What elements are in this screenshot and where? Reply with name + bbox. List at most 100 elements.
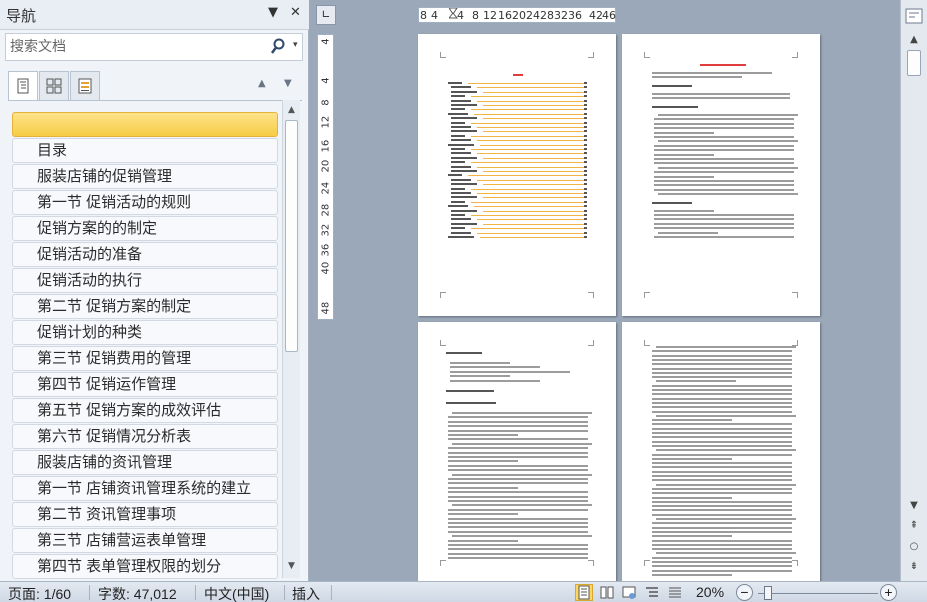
next-page-icon[interactable]: ⇟ [905,561,923,572]
heading-item[interactable]: 促销活动的执行 [12,268,278,293]
heading-item[interactable]: 促销方案的的制定 [12,216,278,241]
heading-item[interactable]: 第五节 促销方案的成效评估 [12,398,278,423]
navigation-pane: 导航 ▼ ✕ ▾ [0,0,309,581]
text-line [658,231,718,234]
search-icon[interactable] [270,38,286,56]
heading-item[interactable]: 第六节 促销情况分析表 [12,424,278,449]
document-page-3[interactable] [418,322,616,584]
word-count[interactable]: 字数: 47,012 [98,584,177,602]
crop-mark [644,340,650,346]
heading-item[interactable]: 第一节 促销活动的规则 [12,190,278,215]
text-line [584,200,587,203]
scroll-up-icon[interactable]: ▲ [905,34,923,45]
zoom-out-button[interactable]: − [736,584,753,601]
text-line [652,419,732,422]
text-line [584,227,587,230]
web-layout-view-button[interactable] [620,584,638,601]
scroll-up-icon[interactable]: ▲ [283,102,300,119]
tab-pages[interactable] [39,71,69,101]
search-options-chevron-icon[interactable]: ▾ [293,40,298,50]
toc-leader [483,118,586,120]
heading-item[interactable]: 服装店铺的促销管理 [12,164,278,189]
text-line [652,539,792,542]
ruler-toggle-icon[interactable] [905,8,923,24]
heading-item[interactable]: 第二节 促销方案的制定 [12,294,278,319]
zoom-slider-thumb[interactable] [764,586,772,600]
heading-item[interactable]: 第三节 店铺营运表单管理 [12,528,278,553]
zoom-slider-track[interactable] [758,593,878,594]
toc-leader [471,96,586,98]
toc-leader [471,135,586,137]
text-line [448,456,588,458]
insert-mode-indicator[interactable]: 插入 [292,584,320,602]
text-line [451,134,465,137]
heading-list-scrollbar[interactable]: ▲ ▼ [282,100,300,578]
zoom-level[interactable]: 20% [696,584,724,600]
heading-item[interactable]: 服装店铺的资讯管理 [12,450,278,475]
print-layout-view-button[interactable] [575,584,593,601]
text-line [584,152,587,155]
text-line [584,209,587,212]
ruler-tick-label: 28 [320,203,332,217]
ruler-tab-selector[interactable]: ∟ [316,5,336,25]
heading-item[interactable]: 第二节 资讯管理事项 [12,502,278,527]
document-page-2[interactable] [622,34,820,316]
previous-result-icon[interactable]: ▲ [258,78,266,89]
heading-item[interactable]: 促销活动的准备 [12,242,278,267]
crop-mark [792,292,798,298]
text-line [654,188,794,191]
language-indicator[interactable]: 中文(中国) [204,584,269,602]
heading-item[interactable] [12,112,278,137]
ruler-tick-label: 8 [420,9,427,22]
tab-results[interactable] [70,71,100,101]
pane-options-dropdown-icon[interactable]: ▼ [268,5,278,20]
close-pane-icon[interactable]: ✕ [290,5,301,20]
scroll-down-icon[interactable]: ▼ [283,558,300,575]
heading-item[interactable]: 第四节 表单管理权限的划分 [12,554,278,579]
heading-item[interactable]: 促销计划的种类 [12,320,278,345]
select-browse-object-icon[interactable]: ○ [905,541,923,552]
search-input[interactable] [10,37,260,57]
crop-mark [588,292,594,298]
toc-title-line [513,74,523,76]
tab-headings[interactable] [8,71,38,101]
text-line [448,460,518,463]
text-line [652,569,792,572]
toc-leader [471,149,586,150]
text-line [656,552,796,555]
text-line [652,371,792,374]
previous-page-icon[interactable]: ⇞ [905,520,923,531]
text-line [452,473,592,476]
text-line [584,156,587,159]
full-screen-reading-view-button[interactable] [598,584,616,601]
scroll-thumb[interactable] [907,50,921,76]
text-line [584,178,587,181]
scroll-thumb[interactable] [285,120,298,352]
text-line [652,526,792,529]
text-line [451,209,477,212]
next-result-icon[interactable]: ▼ [284,78,292,89]
indent-marker-icon[interactable] [449,8,459,24]
toc-leader [471,188,586,190]
toc-leader [471,109,586,111]
text-line [656,483,796,486]
page-count[interactable]: 页面: 1/60 [8,584,71,602]
scroll-down-icon[interactable]: ▼ [905,500,923,511]
text-line [448,447,588,450]
zoom-in-button[interactable]: + [880,584,897,601]
draft-view-button[interactable] [666,584,684,601]
heading-item[interactable]: 目录 [12,138,278,163]
text-line [652,84,692,87]
text-line [652,513,792,516]
document-page-1[interactable] [418,34,616,316]
heading-item[interactable]: 第三节 促销费用的管理 [12,346,278,371]
text-line [654,184,794,187]
text-line [584,95,587,98]
document-scrollbar[interactable]: ▲ ▼ ⇞ ○ ⇟ [900,0,927,581]
heading-item[interactable]: 第一节 店铺资讯管理系统的建立 [12,476,278,501]
outline-view-button[interactable] [643,584,661,601]
heading-item[interactable]: 第四节 促销运作管理 [12,372,278,397]
text-line [652,354,792,357]
document-page-4[interactable] [622,322,820,584]
text-line [656,518,796,520]
